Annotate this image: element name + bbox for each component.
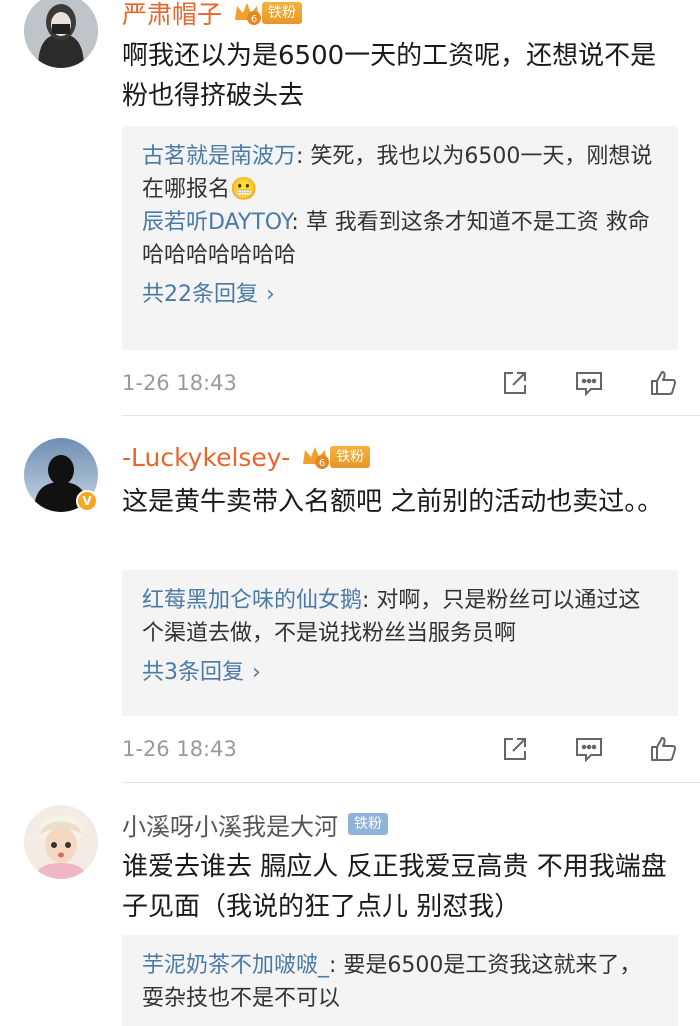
reply-item: 古茗就是南波万: 笑死，我也以为6500一天，刚想说在哪报名😬 bbox=[142, 140, 658, 206]
reply-item: 辰若听DAYTOY: 草 我看到这条才知道不是工资 救命哈哈哈哈哈哈哈 bbox=[142, 206, 658, 272]
avatar[interactable] bbox=[24, 0, 98, 68]
fan-label: 铁粉 bbox=[330, 446, 371, 468]
reply-username[interactable]: 红莓黑加仑味的仙女鹅 bbox=[142, 588, 362, 613]
comment-text: 谁爱去谁去 膈应人 反正我爱豆高贵 不用我端盘子见面（我说的狂了点儿 别怼我） bbox=[122, 852, 667, 922]
username[interactable]: 小溪呀小溪我是大河 bbox=[122, 807, 338, 842]
share-icon[interactable] bbox=[500, 368, 530, 398]
svg-text:6: 6 bbox=[251, 14, 257, 25]
crown-icon: 6 bbox=[300, 444, 330, 470]
reply-colon: : bbox=[291, 210, 306, 235]
username[interactable]: 严肃帽子 bbox=[122, 0, 222, 31]
fan-label: 铁粉 bbox=[262, 2, 303, 24]
like-icon[interactable] bbox=[648, 368, 678, 398]
reply-colon: : bbox=[329, 953, 344, 978]
reply-box[interactable]: 红莓黑加仑味的仙女鹅: 对啊，只是粉丝可以通过这个渠道去做，不是说找粉丝当服务员… bbox=[122, 570, 678, 716]
comment-icon[interactable] bbox=[574, 368, 604, 398]
reply-count-label: 共3条回复 bbox=[142, 660, 244, 685]
share-icon[interactable] bbox=[500, 734, 530, 764]
comment-icon[interactable] bbox=[574, 734, 604, 764]
verified-badge-icon: V bbox=[76, 490, 98, 512]
comment-item: 小溪呀小溪我是大河 铁粉 谁爱去谁去 膈应人 反正我爱豆高贵 不用我端盘子见面（… bbox=[0, 783, 700, 1026]
comment-meta: 1-26 18:43 bbox=[122, 366, 678, 400]
username[interactable]: -Luckykelsey- bbox=[122, 443, 290, 472]
reply-username[interactable]: 芋泥奶茶不加啵啵_ bbox=[142, 953, 329, 978]
reply-box[interactable]: 古茗就是南波万: 笑死，我也以为6500一天，刚想说在哪报名😬 辰若听DAYTO… bbox=[122, 126, 678, 350]
comment-item: V -Luckykelsey- 6 铁粉 这是黄牛卖带入名额吧 之前别的活动也卖… bbox=[0, 416, 700, 782]
reply-username[interactable]: 古茗就是南波万 bbox=[142, 144, 296, 169]
chevron-right-icon: › bbox=[252, 660, 261, 685]
like-icon[interactable] bbox=[648, 734, 678, 764]
chevron-right-icon: › bbox=[266, 282, 275, 307]
svg-text:6: 6 bbox=[319, 458, 325, 469]
fan-badge: 6 铁粉 bbox=[232, 0, 303, 26]
comment-item: 严肃帽子 6 铁粉 啊我还以为是6500一天的工资呢，还想说不是粉也得挤破头去 … bbox=[0, 0, 700, 416]
reply-colon: : bbox=[296, 144, 311, 169]
reply-count-label: 共22条回复 bbox=[142, 282, 258, 307]
timestamp: 1-26 18:43 bbox=[122, 737, 237, 761]
reply-item: 芋泥奶茶不加啵啵_: 要是6500是工资我这就来了，耍杂技也不是不可以 bbox=[142, 949, 658, 1015]
reply-item: 红莓黑加仑味的仙女鹅: 对啊，只是粉丝可以通过这个渠道去做，不是说找粉丝当服务员… bbox=[142, 584, 658, 650]
reply-box[interactable]: 芋泥奶茶不加啵啵_: 要是6500是工资我这就来了，耍杂技也不是不可以 bbox=[122, 935, 678, 1026]
comment-text: 这是黄牛卖带入名额吧 之前别的活动也卖过。。 bbox=[122, 487, 664, 517]
comment-text: 啊我还以为是6500一天的工资呢，还想说不是粉也得挤破头去 bbox=[122, 41, 657, 111]
reply-colon: : bbox=[362, 588, 377, 613]
comment-meta: 1-26 18:43 bbox=[122, 732, 678, 766]
fan-badge: 6 铁粉 bbox=[300, 444, 371, 470]
fan-badge: 铁粉 bbox=[348, 811, 388, 837]
timestamp: 1-26 18:43 bbox=[122, 371, 237, 395]
view-replies-link[interactable]: 共3条回复 › bbox=[142, 656, 658, 689]
avatar[interactable] bbox=[24, 805, 98, 879]
crown-icon: 6 bbox=[232, 0, 262, 26]
reply-username[interactable]: 辰若听DAYTOY bbox=[142, 210, 291, 235]
view-replies-link[interactable]: 共22条回复 › bbox=[142, 278, 658, 311]
fan-label: 铁粉 bbox=[348, 813, 388, 835]
